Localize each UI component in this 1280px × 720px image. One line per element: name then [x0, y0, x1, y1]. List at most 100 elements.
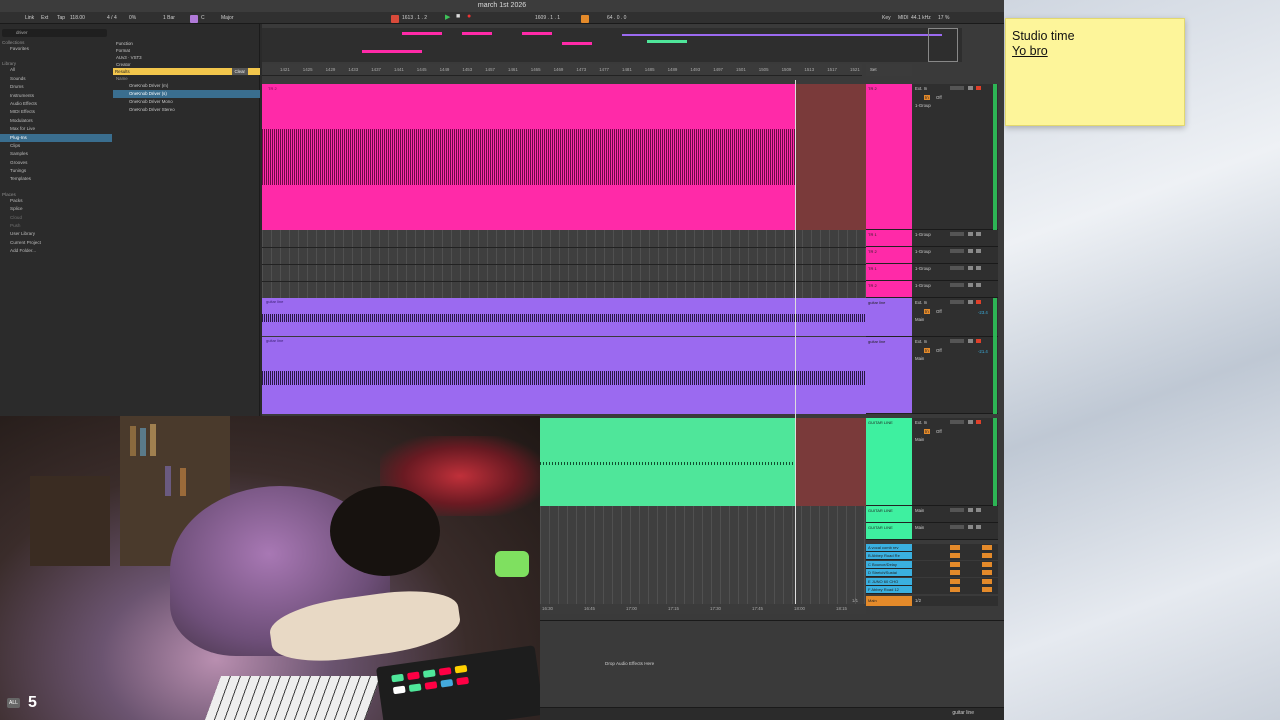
- input-select[interactable]: Ext. In: [915, 339, 927, 344]
- solo-button[interactable]: [968, 266, 973, 270]
- solo-button[interactable]: [968, 339, 973, 343]
- ext-button[interactable]: Ext: [41, 15, 48, 21]
- track-header[interactable]: TR 2: [866, 281, 912, 298]
- monitor-in-button[interactable]: In: [924, 309, 930, 314]
- output-select[interactable]: 1-Group: [915, 283, 931, 288]
- sidebar-item-cloud[interactable]: Cloud: [0, 214, 112, 222]
- track-header[interactable]: TR 1: [866, 230, 912, 247]
- output-select[interactable]: 1-Group: [915, 103, 931, 108]
- monitor-off-button[interactable]: Off: [936, 429, 942, 434]
- return-track-header[interactable]: A vocal comb rev: [866, 544, 912, 552]
- arm-button[interactable]: [976, 283, 981, 287]
- audio-clip-tr2[interactable]: TR 2: [262, 84, 795, 230]
- monitor-off-button[interactable]: Off: [936, 95, 942, 100]
- mixer-strip[interactable]: Main: [912, 506, 998, 523]
- sidebar-item-tunings[interactable]: Tunings: [0, 167, 112, 175]
- set-button[interactable]: Set: [866, 64, 912, 76]
- volume-fader[interactable]: [950, 283, 964, 287]
- track-name[interactable]: TR 1: [868, 266, 877, 271]
- post-button[interactable]: [982, 561, 992, 567]
- main-mixer-strip[interactable]: 1/2: [912, 596, 998, 606]
- track-name[interactable]: TR 1: [868, 232, 877, 237]
- sidebar-item-splice[interactable]: Splice: [0, 205, 112, 213]
- mixer-strip[interactable]: Main: [912, 523, 998, 540]
- solo-button[interactable]: [968, 525, 973, 529]
- output-select[interactable]: 1-Group: [915, 249, 931, 254]
- return-track-header[interactable]: B Abbey Road Re: [866, 552, 912, 561]
- arm-button[interactable]: [976, 508, 981, 512]
- sidebar-item-add-folder[interactable]: Add Folder...: [0, 247, 112, 255]
- stop-icon[interactable]: ■: [456, 13, 460, 20]
- solo-button[interactable]: [968, 249, 973, 253]
- play-icon[interactable]: ▶: [445, 13, 450, 21]
- mixer-strip[interactable]: 1-Group: [912, 264, 998, 281]
- sidebar-item-modulators[interactable]: Modulators: [0, 117, 112, 125]
- key-map-button[interactable]: Key: [882, 15, 891, 21]
- track-name[interactable]: TR 2: [868, 86, 877, 91]
- audio-clip-guitar-line-3[interactable]: [540, 418, 795, 506]
- return-mixer-strip[interactable]: [912, 586, 998, 594]
- clear-button[interactable]: Clear: [231, 68, 248, 75]
- output-select[interactable]: 1-Group: [915, 266, 931, 271]
- return-track-name[interactable]: F Abbey Road 12: [868, 587, 899, 592]
- sidebar-item-midi-effects[interactable]: MIDI Effects: [0, 108, 112, 116]
- filter-format-values[interactable]: AUv3 · VST3: [113, 54, 260, 61]
- quantize-menu[interactable]: 1 Bar: [163, 15, 175, 21]
- solo-button[interactable]: [968, 86, 973, 90]
- arm-button[interactable]: [976, 420, 981, 424]
- track-header[interactable]: TR 1: [866, 264, 912, 281]
- name-column-header[interactable]: Name: [113, 75, 260, 82]
- solo-button[interactable]: [968, 283, 973, 287]
- return-mixer-strip[interactable]: [912, 569, 998, 578]
- arm-button[interactable]: [976, 300, 981, 304]
- solo-button[interactable]: [968, 508, 973, 512]
- record-icon[interactable]: ●: [467, 13, 471, 20]
- filter-format[interactable]: Format: [113, 47, 260, 54]
- input-select[interactable]: Ext. In: [915, 420, 927, 425]
- send-knob[interactable]: [950, 578, 960, 584]
- post-button[interactable]: [982, 553, 992, 559]
- arm-button[interactable]: [976, 339, 981, 343]
- monitor-in-button[interactable]: In: [924, 348, 930, 353]
- main-output[interactable]: 1/2: [915, 598, 921, 603]
- sidebar-item-all[interactable]: All: [0, 66, 112, 74]
- track-name[interactable]: GUITAR LINE: [868, 525, 893, 530]
- sidebar-item-push[interactable]: Push: [0, 222, 112, 230]
- return-track-header[interactable]: E JUNO 60 CHO: [866, 577, 912, 586]
- sidebar-item-favorites[interactable]: Favorites: [0, 45, 112, 53]
- volume-fader[interactable]: [950, 249, 964, 253]
- track-header[interactable]: guitar line: [866, 298, 912, 337]
- monitor-in-button[interactable]: In: [924, 429, 930, 434]
- monitor-in-button[interactable]: In: [924, 95, 930, 100]
- monitor-off-button[interactable]: Off: [936, 348, 942, 353]
- sidebar-item-samples[interactable]: Samples: [0, 150, 112, 158]
- mixer-strip[interactable]: Ext. In Main In Off -21.4: [912, 337, 998, 414]
- return-track-name[interactable]: B Abbey Road Re: [868, 553, 900, 558]
- track-header[interactable]: GUITAR LINE: [866, 418, 912, 506]
- return-track-name[interactable]: E JUNO 60 CHO: [868, 579, 898, 584]
- post-button[interactable]: [982, 587, 992, 592]
- swing-field[interactable]: 0%: [129, 15, 136, 21]
- volume-fader[interactable]: [950, 420, 964, 424]
- arm-button[interactable]: [976, 86, 981, 90]
- mixer-strip[interactable]: Ext. In 1-Group In Off: [912, 84, 998, 230]
- track-name[interactable]: GUITAR LINE: [868, 420, 893, 425]
- output-select[interactable]: Main: [915, 437, 924, 442]
- tap-button[interactable]: Tap: [57, 15, 65, 21]
- sidebar-item-instruments[interactable]: Instruments: [0, 92, 112, 100]
- return-track-name[interactable]: A vocal comb rev: [868, 545, 898, 550]
- sidebar-item-current-project[interactable]: Current Project: [0, 239, 112, 247]
- volume-fader[interactable]: [950, 300, 964, 304]
- output-select[interactable]: Main: [915, 525, 924, 530]
- return-mixer-strip[interactable]: [912, 577, 998, 586]
- browser-search-input[interactable]: driver: [2, 29, 107, 37]
- audio-clip-guitar-line-1[interactable]: guitar line: [262, 298, 866, 336]
- volume-fader[interactable]: [950, 232, 964, 236]
- return-track-name[interactable]: D Stretch/Sustai: [868, 570, 897, 575]
- return-mixer-strip[interactable]: [912, 552, 998, 561]
- track-name[interactable]: guitar line: [868, 300, 885, 305]
- mixer-strip[interactable]: Ext. In Main In Off: [912, 418, 998, 506]
- sidebar-item-drums[interactable]: Drums: [0, 83, 112, 91]
- track-header[interactable]: GUITAR LINE: [866, 506, 912, 523]
- sidebar-item-packs[interactable]: Packs: [0, 197, 112, 205]
